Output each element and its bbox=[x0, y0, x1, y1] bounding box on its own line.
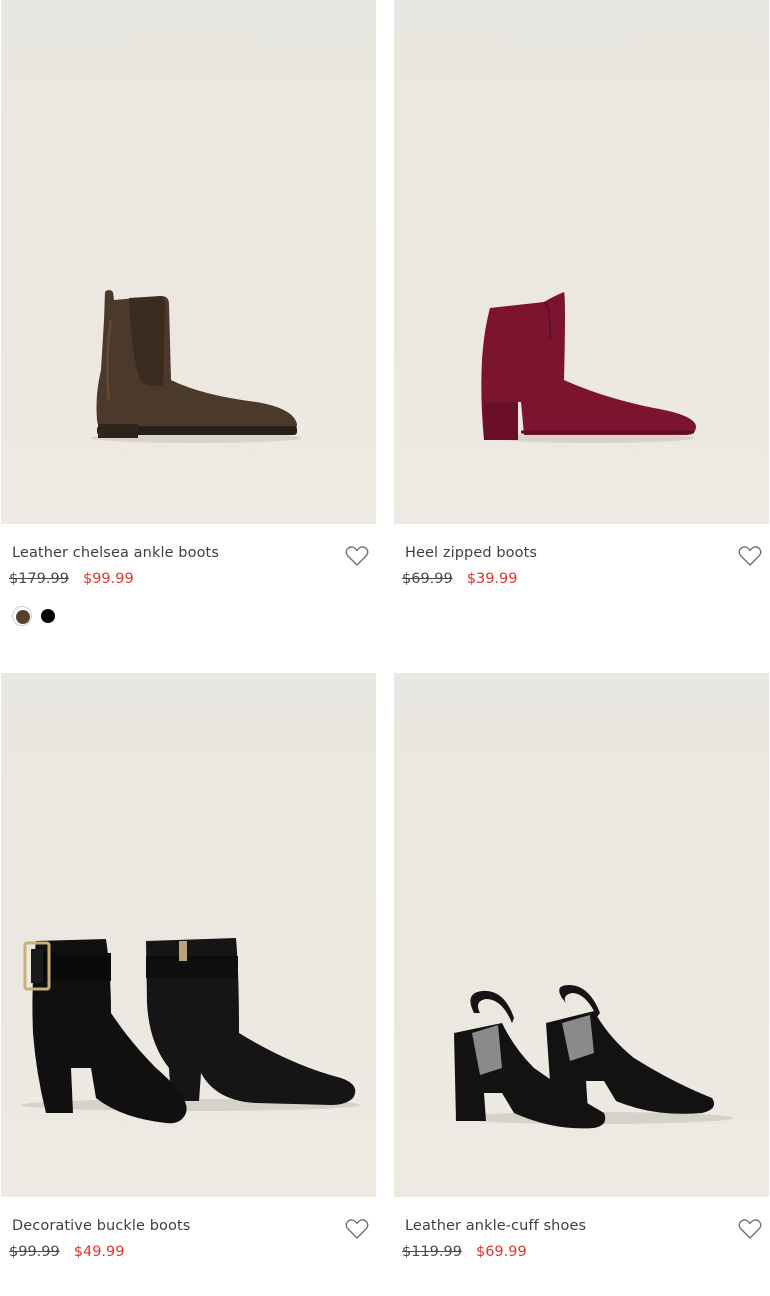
heart-icon[interactable] bbox=[345, 545, 369, 567]
heart-icon[interactable] bbox=[738, 545, 762, 567]
product-name[interactable]: Decorative buckle boots bbox=[12, 1218, 190, 1234]
original-price: $119.99 bbox=[402, 1244, 462, 1260]
price-block: $179.99 $99.99 bbox=[9, 571, 134, 587]
price-block: $99.99 $49.99 bbox=[9, 1244, 125, 1260]
sale-price: $49.99 bbox=[73, 1244, 125, 1260]
product-name[interactable]: Heel zipped boots bbox=[405, 545, 537, 561]
burgundy-boot-illustration bbox=[481, 292, 696, 443]
product-name[interactable]: Leather ankle-cuff shoes bbox=[405, 1218, 586, 1234]
sale-price: $99.99 bbox=[82, 571, 134, 587]
product-image[interactable] bbox=[394, 0, 769, 524]
product-name[interactable]: Leather chelsea ankle boots bbox=[12, 545, 219, 561]
color-swatch-black[interactable] bbox=[38, 606, 58, 626]
price-block: $119.99 $69.99 bbox=[402, 1244, 527, 1260]
sale-price: $69.99 bbox=[475, 1244, 527, 1260]
buckle-boots-illustration bbox=[21, 938, 361, 1124]
heart-icon[interactable] bbox=[738, 1218, 762, 1240]
product-image[interactable] bbox=[1, 0, 376, 524]
product-image[interactable] bbox=[394, 673, 769, 1197]
heart-icon[interactable] bbox=[345, 1218, 369, 1240]
original-price: $69.99 bbox=[402, 571, 453, 587]
color-swatch-brown[interactable] bbox=[12, 606, 32, 626]
sale-price: $39.99 bbox=[466, 571, 518, 587]
product-image[interactable] bbox=[1, 673, 376, 1197]
chelsea-boot-illustration bbox=[91, 290, 301, 443]
price-block: $69.99 $39.99 bbox=[402, 571, 518, 587]
original-price: $99.99 bbox=[9, 1244, 60, 1260]
original-price: $179.99 bbox=[9, 571, 69, 587]
ankle-cuff-shoes-illustration bbox=[454, 985, 734, 1129]
